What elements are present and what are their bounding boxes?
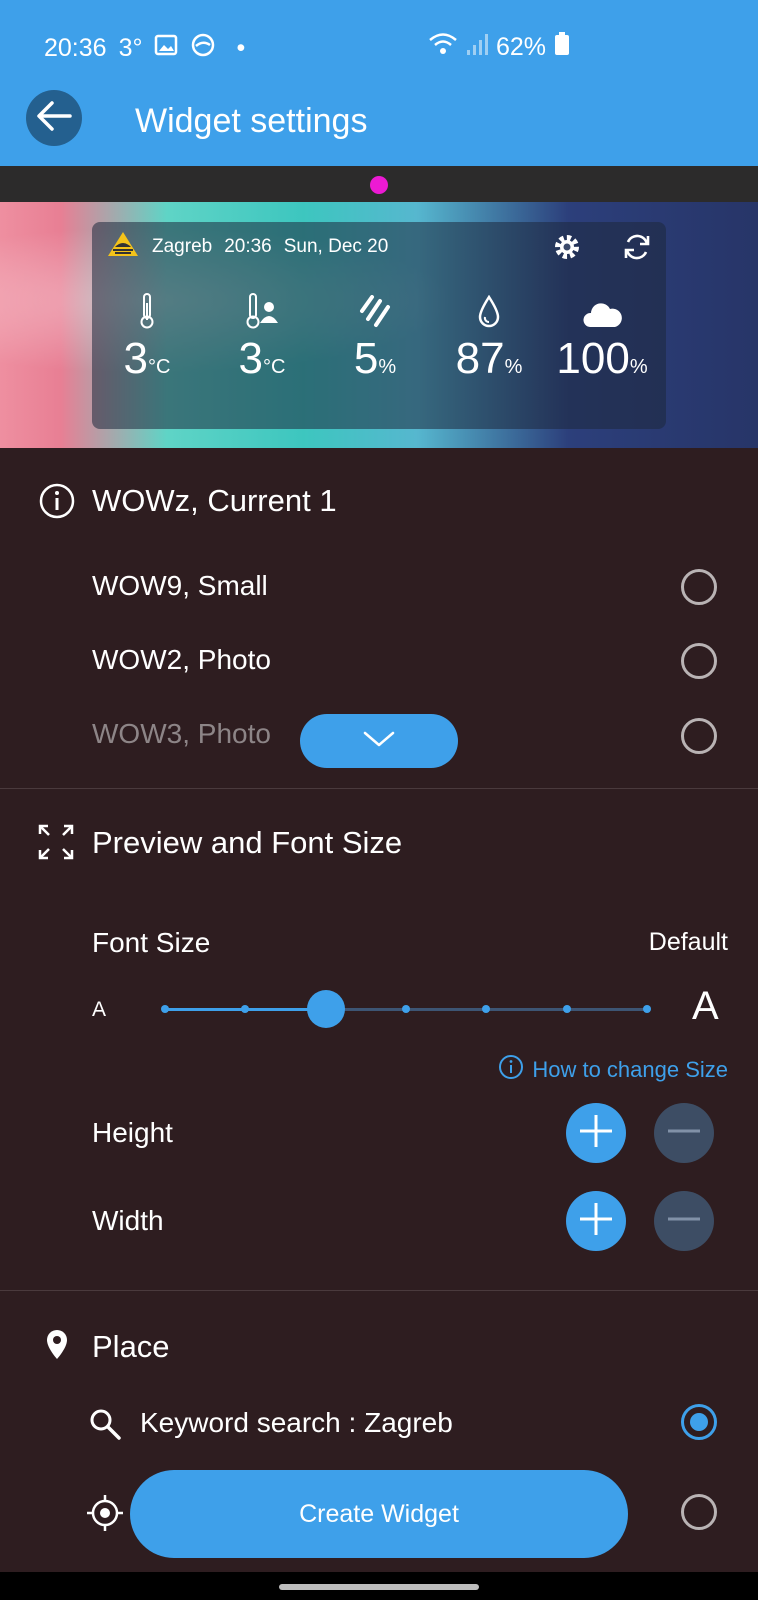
wifi-icon <box>428 32 458 63</box>
app-bar: Widget settings <box>0 90 758 166</box>
widget-header: Zagreb 20:36 Sun, Dec 20 <box>106 232 388 262</box>
info-icon <box>38 482 76 525</box>
place-title: Place <box>92 1329 170 1364</box>
slider-step[interactable] <box>643 1005 651 1013</box>
divider <box>0 788 758 789</box>
metric-unit: % <box>378 356 397 378</box>
preview-font-title: Preview and Font Size <box>92 825 403 860</box>
gear-icon[interactable] <box>552 232 582 267</box>
slider-step[interactable] <box>563 1005 571 1013</box>
keyword-search-label[interactable]: Keyword search : Zagreb <box>140 1407 453 1439</box>
option-wow9-radio[interactable] <box>681 569 717 605</box>
info-icon <box>498 1054 524 1086</box>
how-to-change-size-link[interactable]: How to change Size <box>498 1054 728 1086</box>
widget-preview-area: Zagreb 20:36 Sun, Dec 20 3°C 3°C 5% 87% <box>0 202 758 448</box>
metric-cloud-cover: 100% <box>547 298 657 384</box>
font-size-value: Default <box>648 928 728 956</box>
slider-step[interactable] <box>402 1005 410 1013</box>
refresh-icon[interactable] <box>622 232 652 267</box>
weather-warning-icon <box>106 230 140 264</box>
width-label: Width <box>92 1205 164 1236</box>
widget-type-header[interactable]: WOWz, Current 1 <box>0 480 758 520</box>
metric-value: 87 <box>455 334 505 383</box>
sync-circle-icon <box>190 32 216 65</box>
slider-step[interactable] <box>161 1005 169 1013</box>
image-icon <box>154 34 178 63</box>
plus-icon <box>576 1111 616 1156</box>
widget-date: Sun, Dec 20 <box>283 236 389 257</box>
font-size-label: Font Size <box>92 927 211 958</box>
how-to-change-size-text: How to change Size <box>532 1057 728 1082</box>
cloud-icon <box>582 299 622 334</box>
expand-options-button[interactable] <box>300 714 458 768</box>
metric-unit: °C <box>148 356 171 378</box>
divider <box>0 1290 758 1291</box>
status-right: 62% <box>428 32 570 63</box>
search-icon <box>88 1407 122 1446</box>
width-increase-button[interactable] <box>566 1191 626 1251</box>
option-wow3-label[interactable]: WOW3, Photo <box>92 718 271 750</box>
widget-card[interactable]: Zagreb 20:36 Sun, Dec 20 3°C 3°C 5% 87% <box>92 222 666 429</box>
my-location-icon <box>86 1494 124 1537</box>
metric-value: 100 <box>556 334 630 383</box>
arrow-left-icon <box>34 99 74 138</box>
humidity-drop-icon <box>477 294 501 334</box>
status-temp: 3° <box>118 34 143 62</box>
battery-icon <box>554 32 570 63</box>
metric-humidity: 87% <box>434 294 544 384</box>
option-wow2-radio[interactable] <box>681 643 717 679</box>
metric-unit: °C <box>263 356 286 378</box>
metric-temperature: 3°C <box>92 293 202 384</box>
status-left: 20:36 3° • <box>44 32 245 65</box>
minus-icon <box>664 1199 704 1244</box>
pager-indicator <box>370 176 388 194</box>
font-size-small-a: A <box>92 998 107 1021</box>
page-title: Widget settings <box>135 102 368 140</box>
metric-value: 3 <box>123 334 149 383</box>
height-decrease-button[interactable] <box>654 1103 714 1163</box>
location-pin-icon <box>44 1328 70 1367</box>
slider-step[interactable] <box>482 1005 490 1013</box>
minus-icon <box>664 1111 704 1156</box>
chevron-down-icon <box>362 729 396 754</box>
metric-feels-like: 3°C <box>207 293 317 384</box>
fullscreen-icon <box>38 824 74 865</box>
status-bar: 20:36 3° • 62% <box>0 0 758 92</box>
rain-icon <box>358 295 392 334</box>
pager-strip <box>0 166 758 202</box>
font-size-slider-thumb[interactable] <box>307 990 345 1028</box>
signal-icon <box>466 32 488 63</box>
option-wow2-label[interactable]: WOW2, Photo <box>92 644 271 676</box>
widget-type-title: WOWz, Current 1 <box>92 483 337 518</box>
thermometer-icon <box>139 293 155 334</box>
back-button[interactable] <box>26 90 82 146</box>
status-dot: • <box>236 34 246 62</box>
widget-location: Zagreb <box>152 236 213 257</box>
option-wow3-radio[interactable] <box>681 718 717 754</box>
my-location-radio[interactable] <box>681 1494 717 1530</box>
preview-font-header: Preview and Font Size <box>0 822 758 862</box>
home-handle[interactable] <box>279 1584 479 1590</box>
width-decrease-button[interactable] <box>654 1191 714 1251</box>
font-size-large-a: A <box>692 984 719 1028</box>
metric-value: 5 <box>353 334 379 383</box>
create-widget-button[interactable]: Create Widget <box>130 1470 628 1558</box>
height-label: Height <box>92 1117 173 1148</box>
plus-icon <box>576 1199 616 1244</box>
option-wow9-label[interactable]: WOW9, Small <box>92 570 268 602</box>
metric-precipitation: 5% <box>320 295 430 384</box>
widget-time: 20:36 <box>224 236 272 257</box>
slider-step[interactable] <box>241 1005 249 1013</box>
status-battery: 62% <box>496 33 547 61</box>
feels-like-icon <box>245 293 279 334</box>
keyword-search-radio[interactable] <box>681 1404 717 1440</box>
place-header: Place <box>0 1326 758 1366</box>
metric-value: 3 <box>238 334 264 383</box>
status-time: 20:36 <box>44 34 107 62</box>
system-nav-bar <box>0 1572 758 1600</box>
height-increase-button[interactable] <box>566 1103 626 1163</box>
metric-unit: % <box>629 356 648 378</box>
metric-unit: % <box>504 356 523 378</box>
